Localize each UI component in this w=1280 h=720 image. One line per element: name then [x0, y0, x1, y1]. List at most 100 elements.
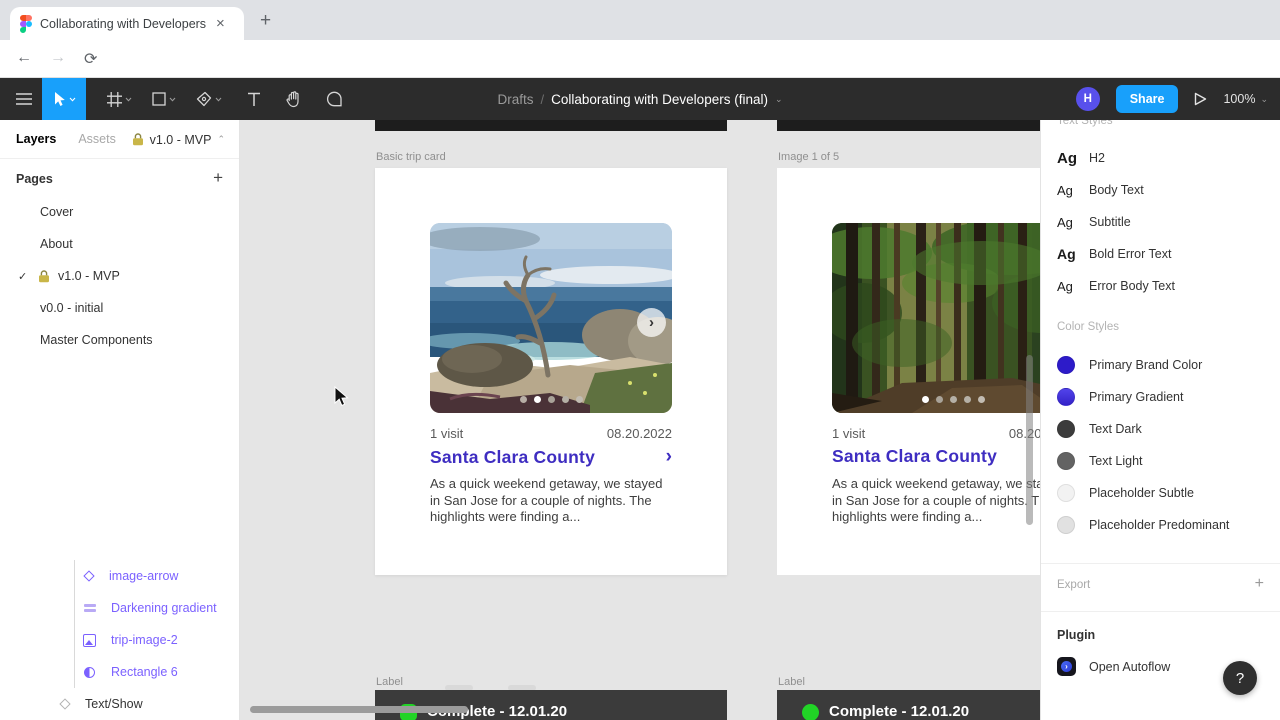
color-swatch [1057, 356, 1075, 374]
new-tab-button[interactable]: + [260, 10, 271, 32]
chevron-down-icon [215, 97, 222, 102]
frame-status-banner[interactable]: Complete - 12.01.20 [777, 690, 1040, 720]
frame-tool-button[interactable] [98, 78, 140, 120]
canvas-horizontal-scrollbar[interactable] [250, 706, 468, 713]
browser-url-row: ← → ⟳ figma.com/file/tfVuwFCl0WgZIhh8PkD… [0, 40, 1280, 78]
layer-item-text-show[interactable]: Text/Show [0, 688, 239, 720]
carousel-dot[interactable] [562, 396, 569, 403]
color-style-text-dark[interactable]: Text Dark [1041, 413, 1280, 445]
color-label: Text Light [1089, 454, 1143, 468]
carousel-dot-active[interactable] [922, 396, 929, 403]
reload-icon[interactable]: ⟳ [84, 49, 97, 69]
pen-tool-button[interactable] [188, 78, 230, 120]
carousel-dot[interactable] [978, 396, 985, 403]
carousel-dot[interactable] [936, 396, 943, 403]
frame-status-banner[interactable]: Complete - 12.01.20 [375, 690, 727, 720]
hand-tool-button[interactable] [276, 78, 312, 120]
frame-basic-trip-card[interactable]: › 1 visit 08.20.2022 Santa Clara County … [375, 168, 727, 575]
comment-tool-button[interactable] [316, 78, 352, 120]
page-item-about[interactable]: About [0, 228, 239, 260]
trip-photo-coast[interactable] [430, 223, 672, 413]
carousel-dot[interactable] [548, 396, 555, 403]
text-style-bold-error-text[interactable]: Ag Bold Error Text [1041, 238, 1280, 270]
main-menu-button[interactable] [6, 78, 42, 120]
text-style-body-text[interactable]: Ag Body Text [1041, 174, 1280, 206]
tab-layers[interactable]: Layers [16, 132, 56, 146]
page-item-master-components[interactable]: Master Components [0, 324, 239, 356]
carousel-dot-active[interactable] [534, 396, 541, 403]
canvas-vertical-scrollbar[interactable] [1026, 355, 1033, 525]
color-style-placeholder-predominant[interactable]: Placeholder Predominant [1041, 509, 1280, 541]
pen-icon [196, 91, 212, 107]
move-tool-button[interactable] [42, 78, 86, 120]
text-style-h2[interactable]: Ag H2 [1041, 142, 1280, 174]
file-menu-chevron-icon[interactable]: ⌄ [775, 94, 783, 105]
present-play-icon[interactable] [1194, 92, 1207, 106]
frame-label-label[interactable]: Label [376, 676, 403, 688]
export-header[interactable]: Export [1057, 579, 1090, 591]
plugin-open-autoflow[interactable]: › Open Autoflow [1057, 657, 1170, 676]
page-version-selector[interactable]: v1.0 - MVP ⌃ [132, 120, 225, 159]
text-style-subtitle[interactable]: Ag Subtitle [1041, 206, 1280, 238]
back-icon[interactable]: ← [16, 49, 32, 67]
layer-item-trip-image-2[interactable]: trip-image-2 [0, 624, 239, 656]
carousel-dots[interactable] [832, 396, 1040, 403]
layer-item-darkening-gradient[interactable]: Darkening gradient [0, 592, 239, 624]
hand-icon [286, 91, 302, 108]
carousel-next-button[interactable]: › [637, 308, 666, 337]
tab-assets[interactable]: Assets [78, 132, 116, 146]
help-button[interactable]: ? [1223, 661, 1257, 695]
layer-label: Rectangle 6 [111, 665, 178, 679]
visit-count: 1 visit [832, 426, 865, 441]
text-style-error-body-text[interactable]: Ag Error Body Text [1041, 270, 1280, 302]
properties-panel: Text Styles Ag H2 Ag Body Text Ag Subtit… [1040, 120, 1280, 720]
chevron-down-icon [169, 97, 176, 102]
carousel-dot[interactable] [520, 396, 527, 403]
add-page-button[interactable]: + [213, 168, 223, 188]
zoom-control[interactable]: 100% ⌄ [1223, 92, 1268, 106]
layer-item-image-arrow[interactable]: image-arrow [0, 560, 239, 592]
trip-date: 08.20.2022 [1009, 426, 1040, 441]
color-swatch [1057, 484, 1075, 502]
text-tool-button[interactable] [236, 78, 272, 120]
carousel-dot[interactable] [576, 396, 583, 403]
frame-image-1-of-5[interactable]: 1 visit 08.20.2022 Santa Clara County As… [777, 168, 1040, 575]
layer-item-rectangle-6[interactable]: Rectangle 6 [0, 656, 239, 688]
style-label: H2 [1089, 151, 1105, 165]
color-label: Placeholder Subtle [1089, 486, 1194, 500]
share-button[interactable]: Share [1116, 85, 1179, 113]
add-export-button[interactable]: + [1255, 575, 1264, 593]
forward-icon[interactable]: → [50, 49, 66, 67]
page-item-cover[interactable]: Cover [0, 196, 239, 228]
page-item-v0-initial[interactable]: v0.0 - initial [0, 292, 239, 324]
tab-close-icon[interactable]: × [216, 15, 225, 32]
layer-label: trip-image-2 [111, 633, 178, 647]
color-style-primary-gradient[interactable]: Primary Gradient [1041, 381, 1280, 413]
carousel-dots[interactable] [430, 396, 672, 403]
trip-detail-arrow-icon[interactable]: › [666, 446, 672, 468]
trip-photo-forest[interactable] [832, 223, 1040, 413]
lock-icon [132, 133, 144, 146]
frame-label-label[interactable]: Label [778, 676, 805, 688]
user-avatar[interactable]: H [1076, 87, 1100, 111]
zoom-chevron-icon: ⌄ [1260, 94, 1268, 105]
color-style-primary-brand[interactable]: Primary Brand Color [1041, 349, 1280, 381]
offscreen-frame-edge [375, 120, 727, 131]
layers-panel: Layers Assets v1.0 - MVP ⌃ Pages + Cover… [0, 120, 240, 720]
page-item-v1-mvp[interactable]: ✓ v1.0 - MVP [0, 260, 239, 292]
shape-tool-button[interactable] [143, 78, 185, 120]
carousel-dot[interactable] [964, 396, 971, 403]
color-style-placeholder-subtle[interactable]: Placeholder Subtle [1041, 477, 1280, 509]
breadcrumb-file-name[interactable]: Collaborating with Developers (final) [551, 92, 768, 107]
trip-title: Santa Clara County [430, 447, 595, 468]
frame-label-basic-trip-card[interactable]: Basic trip card [376, 151, 446, 163]
carousel-dot[interactable] [950, 396, 957, 403]
trip-description: As a quick weekend getaway, we stayed in… [832, 476, 1040, 526]
design-canvas[interactable]: Basic trip card [240, 120, 1040, 720]
style-label: Bold Error Text [1089, 247, 1171, 261]
trip-description: As a quick weekend getaway, we stayed in… [430, 476, 674, 526]
browser-tab[interactable]: Collaborating with Developers × [10, 7, 244, 40]
color-style-text-light[interactable]: Text Light [1041, 445, 1280, 477]
frame-label-image-1-of-5[interactable]: Image 1 of 5 [778, 151, 839, 163]
breadcrumb-drafts[interactable]: Drafts [497, 92, 533, 107]
